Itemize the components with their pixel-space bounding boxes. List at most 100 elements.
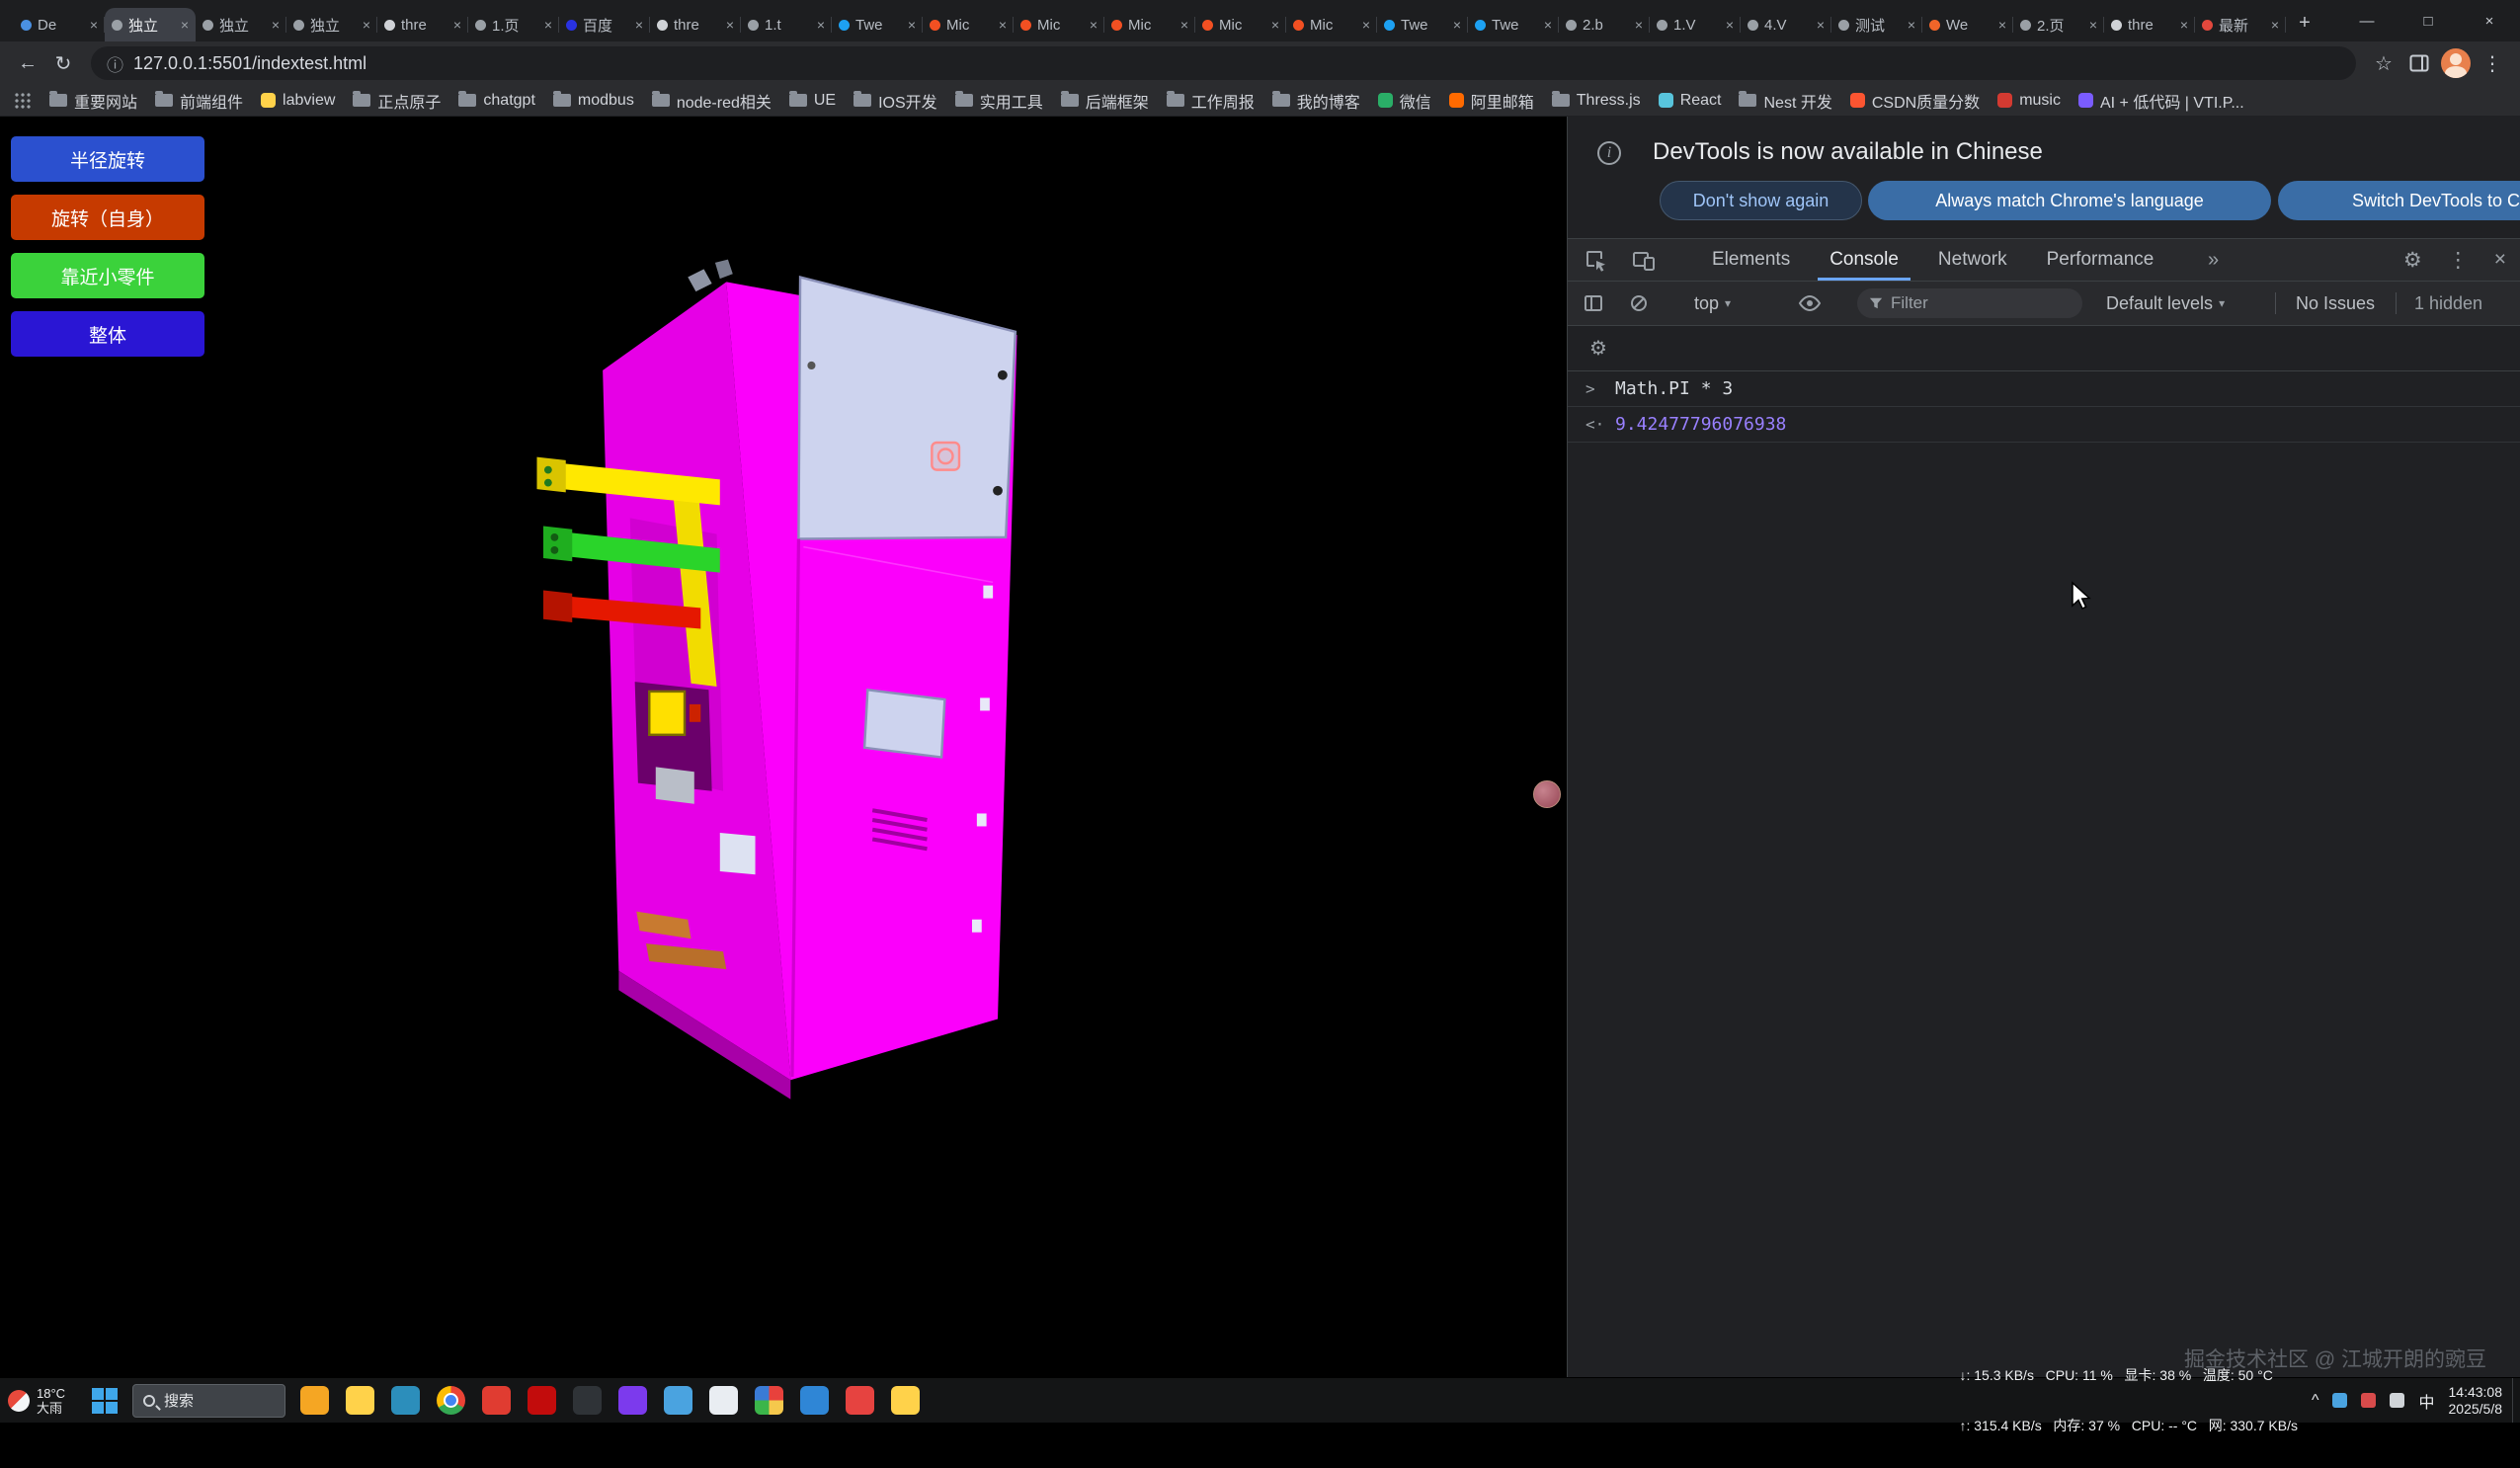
tab-close-icon[interactable]: × [2089,17,2097,33]
taskbar-app[interactable] [610,1378,655,1423]
browser-tab[interactable]: Mic × [1104,8,1195,41]
browser-tab[interactable]: 1.t × [741,8,832,41]
browser-tab[interactable]: Twe × [1377,8,1468,41]
devtools-close-icon[interactable]: × [2494,248,2506,272]
tray-expand-icon[interactable]: ^ [2312,1392,2319,1410]
devtools-tab[interactable]: Network [1918,239,2027,281]
console-filter[interactable] [1857,288,2082,318]
tab-close-icon[interactable]: × [1090,17,1097,33]
tab-close-icon[interactable]: × [908,17,916,33]
devtools-tab[interactable]: Performance [2027,239,2174,281]
threejs-canvas[interactable]: 半径旋转 旋转（自身） 靠近小零件 整体 [0,117,1567,1377]
tab-close-icon[interactable]: × [1180,17,1188,33]
browser-tab[interactable]: 2.b × [1559,8,1650,41]
bookmark-item[interactable]: music [1989,89,2070,113]
tab-close-icon[interactable]: × [2271,17,2279,33]
viewer-action-button[interactable]: 半径旋转 [11,136,204,182]
tab-close-icon[interactable]: × [1908,17,1915,33]
bookmark-item[interactable]: node-red相关 [643,86,780,116]
new-tab-button[interactable]: + [2290,8,2319,38]
bookmark-item[interactable]: Thress.js [1543,89,1650,113]
match-language-button[interactable]: Always match Chrome's language [1868,181,2271,220]
tab-close-icon[interactable]: × [1544,17,1552,33]
bookmark-item[interactable]: CSDN质量分数 [1841,86,1989,116]
browser-tab[interactable]: Mic × [1286,8,1377,41]
browser-tab[interactable]: Mic × [923,8,1014,41]
bookmark-item[interactable]: UE [780,89,845,113]
browser-menu-icon[interactable]: ⋮ [2475,45,2510,81]
tab-close-icon[interactable]: × [1726,17,1734,33]
console-sidebar-icon[interactable] [1584,282,1603,325]
taskbar-app[interactable] [655,1378,700,1423]
browser-tab[interactable]: 独立 × [196,8,286,41]
tab-close-icon[interactable]: × [2180,17,2188,33]
site-info-icon[interactable]: ⓘ [107,51,123,76]
devtools-tab[interactable]: Elements [1692,239,1810,281]
tab-close-icon[interactable]: × [1362,17,1370,33]
tab-close-icon[interactable]: × [635,17,643,33]
console-settings-gear-icon[interactable]: ⚙ [1589,336,1607,361]
tab-close-icon[interactable]: × [90,17,98,33]
bookmark-item[interactable]: Nest 开发 [1730,86,1840,116]
browser-tab[interactable]: 测试 × [1831,8,1922,41]
tab-close-icon[interactable]: × [1453,17,1461,33]
tab-close-icon[interactable]: × [726,17,734,33]
viewer-action-button[interactable]: 整体 [11,311,204,357]
maximize-button[interactable]: □ [2398,0,2459,41]
issues-counter[interactable]: No Issues [2296,282,2375,325]
tab-close-icon[interactable]: × [1271,17,1279,33]
live-expression-eye-icon[interactable] [1798,282,1822,325]
side-panel-icon[interactable] [2401,45,2437,81]
context-selector[interactable]: top▾ [1694,282,1731,325]
device-toolbar-icon[interactable] [1631,248,1657,274]
browser-tab[interactable]: Twe × [1468,8,1559,41]
taskbar-app[interactable] [746,1378,791,1423]
clear-console-icon[interactable] [1629,282,1649,325]
taskbar-weather[interactable]: 18°C 大雨 [0,1378,77,1423]
browser-tab[interactable]: thre × [2104,8,2195,41]
bookmark-item[interactable]: 前端组件 [146,86,252,116]
taskbar-app[interactable] [428,1378,473,1423]
input-language-indicator[interactable]: 中 [2418,1389,2434,1413]
bookmark-item[interactable]: 阿里邮箱 [1440,86,1543,116]
browser-tab[interactable]: thre × [650,8,741,41]
browser-tab[interactable]: De × [14,8,105,41]
taskbar-clock[interactable]: 14:43:08 2025/5/8 [2449,1384,2513,1418]
browser-tab[interactable]: 4.V × [1741,8,1831,41]
show-desktop-button[interactable] [2512,1378,2520,1423]
taskbar-app[interactable] [564,1378,610,1423]
browser-tab[interactable]: 2.页 × [2013,8,2104,41]
browser-tab[interactable]: Mic × [1195,8,1286,41]
taskbar-app[interactable] [291,1378,337,1423]
bookmark-item[interactable]: AI + 低代码 | VTI.P... [2070,86,2253,116]
start-button[interactable] [77,1378,132,1423]
tab-close-icon[interactable]: × [363,17,370,33]
back-button[interactable]: ← [10,45,45,81]
apps-grid-icon[interactable] [14,92,31,109]
tab-close-icon[interactable]: × [544,17,552,33]
tray-network-icon[interactable] [2332,1393,2347,1408]
browser-tab[interactable]: 独立 × [286,8,377,41]
minimize-button[interactable]: — [2336,0,2398,41]
taskbar-search[interactable]: 搜索 [132,1384,285,1418]
bookmark-item[interactable]: 我的博客 [1263,86,1369,116]
tab-close-icon[interactable]: × [817,17,825,33]
browser-tab[interactable]: Twe × [832,8,923,41]
bookmark-star-icon[interactable]: ☆ [2366,45,2401,81]
tab-close-icon[interactable]: × [1817,17,1825,33]
bookmark-item[interactable]: chatgpt [449,89,543,113]
bookmark-item[interactable]: React [1650,89,1731,113]
tray-volume-icon[interactable] [2390,1393,2404,1408]
bookmark-item[interactable]: labview [252,89,344,113]
profile-avatar[interactable] [2441,48,2471,78]
taskbar-app[interactable] [700,1378,746,1423]
tab-close-icon[interactable]: × [999,17,1007,33]
tray-security-icon[interactable] [2361,1393,2376,1408]
browser-tab[interactable]: We × [1922,8,2013,41]
taskbar-app[interactable] [382,1378,428,1423]
reload-button[interactable]: ↻ [45,45,81,81]
bookmark-item[interactable]: 重要网站 [41,86,146,116]
viewer-action-button[interactable]: 旋转（自身） [11,195,204,240]
browser-tab[interactable]: Mic × [1014,8,1104,41]
taskbar-app[interactable] [791,1378,837,1423]
